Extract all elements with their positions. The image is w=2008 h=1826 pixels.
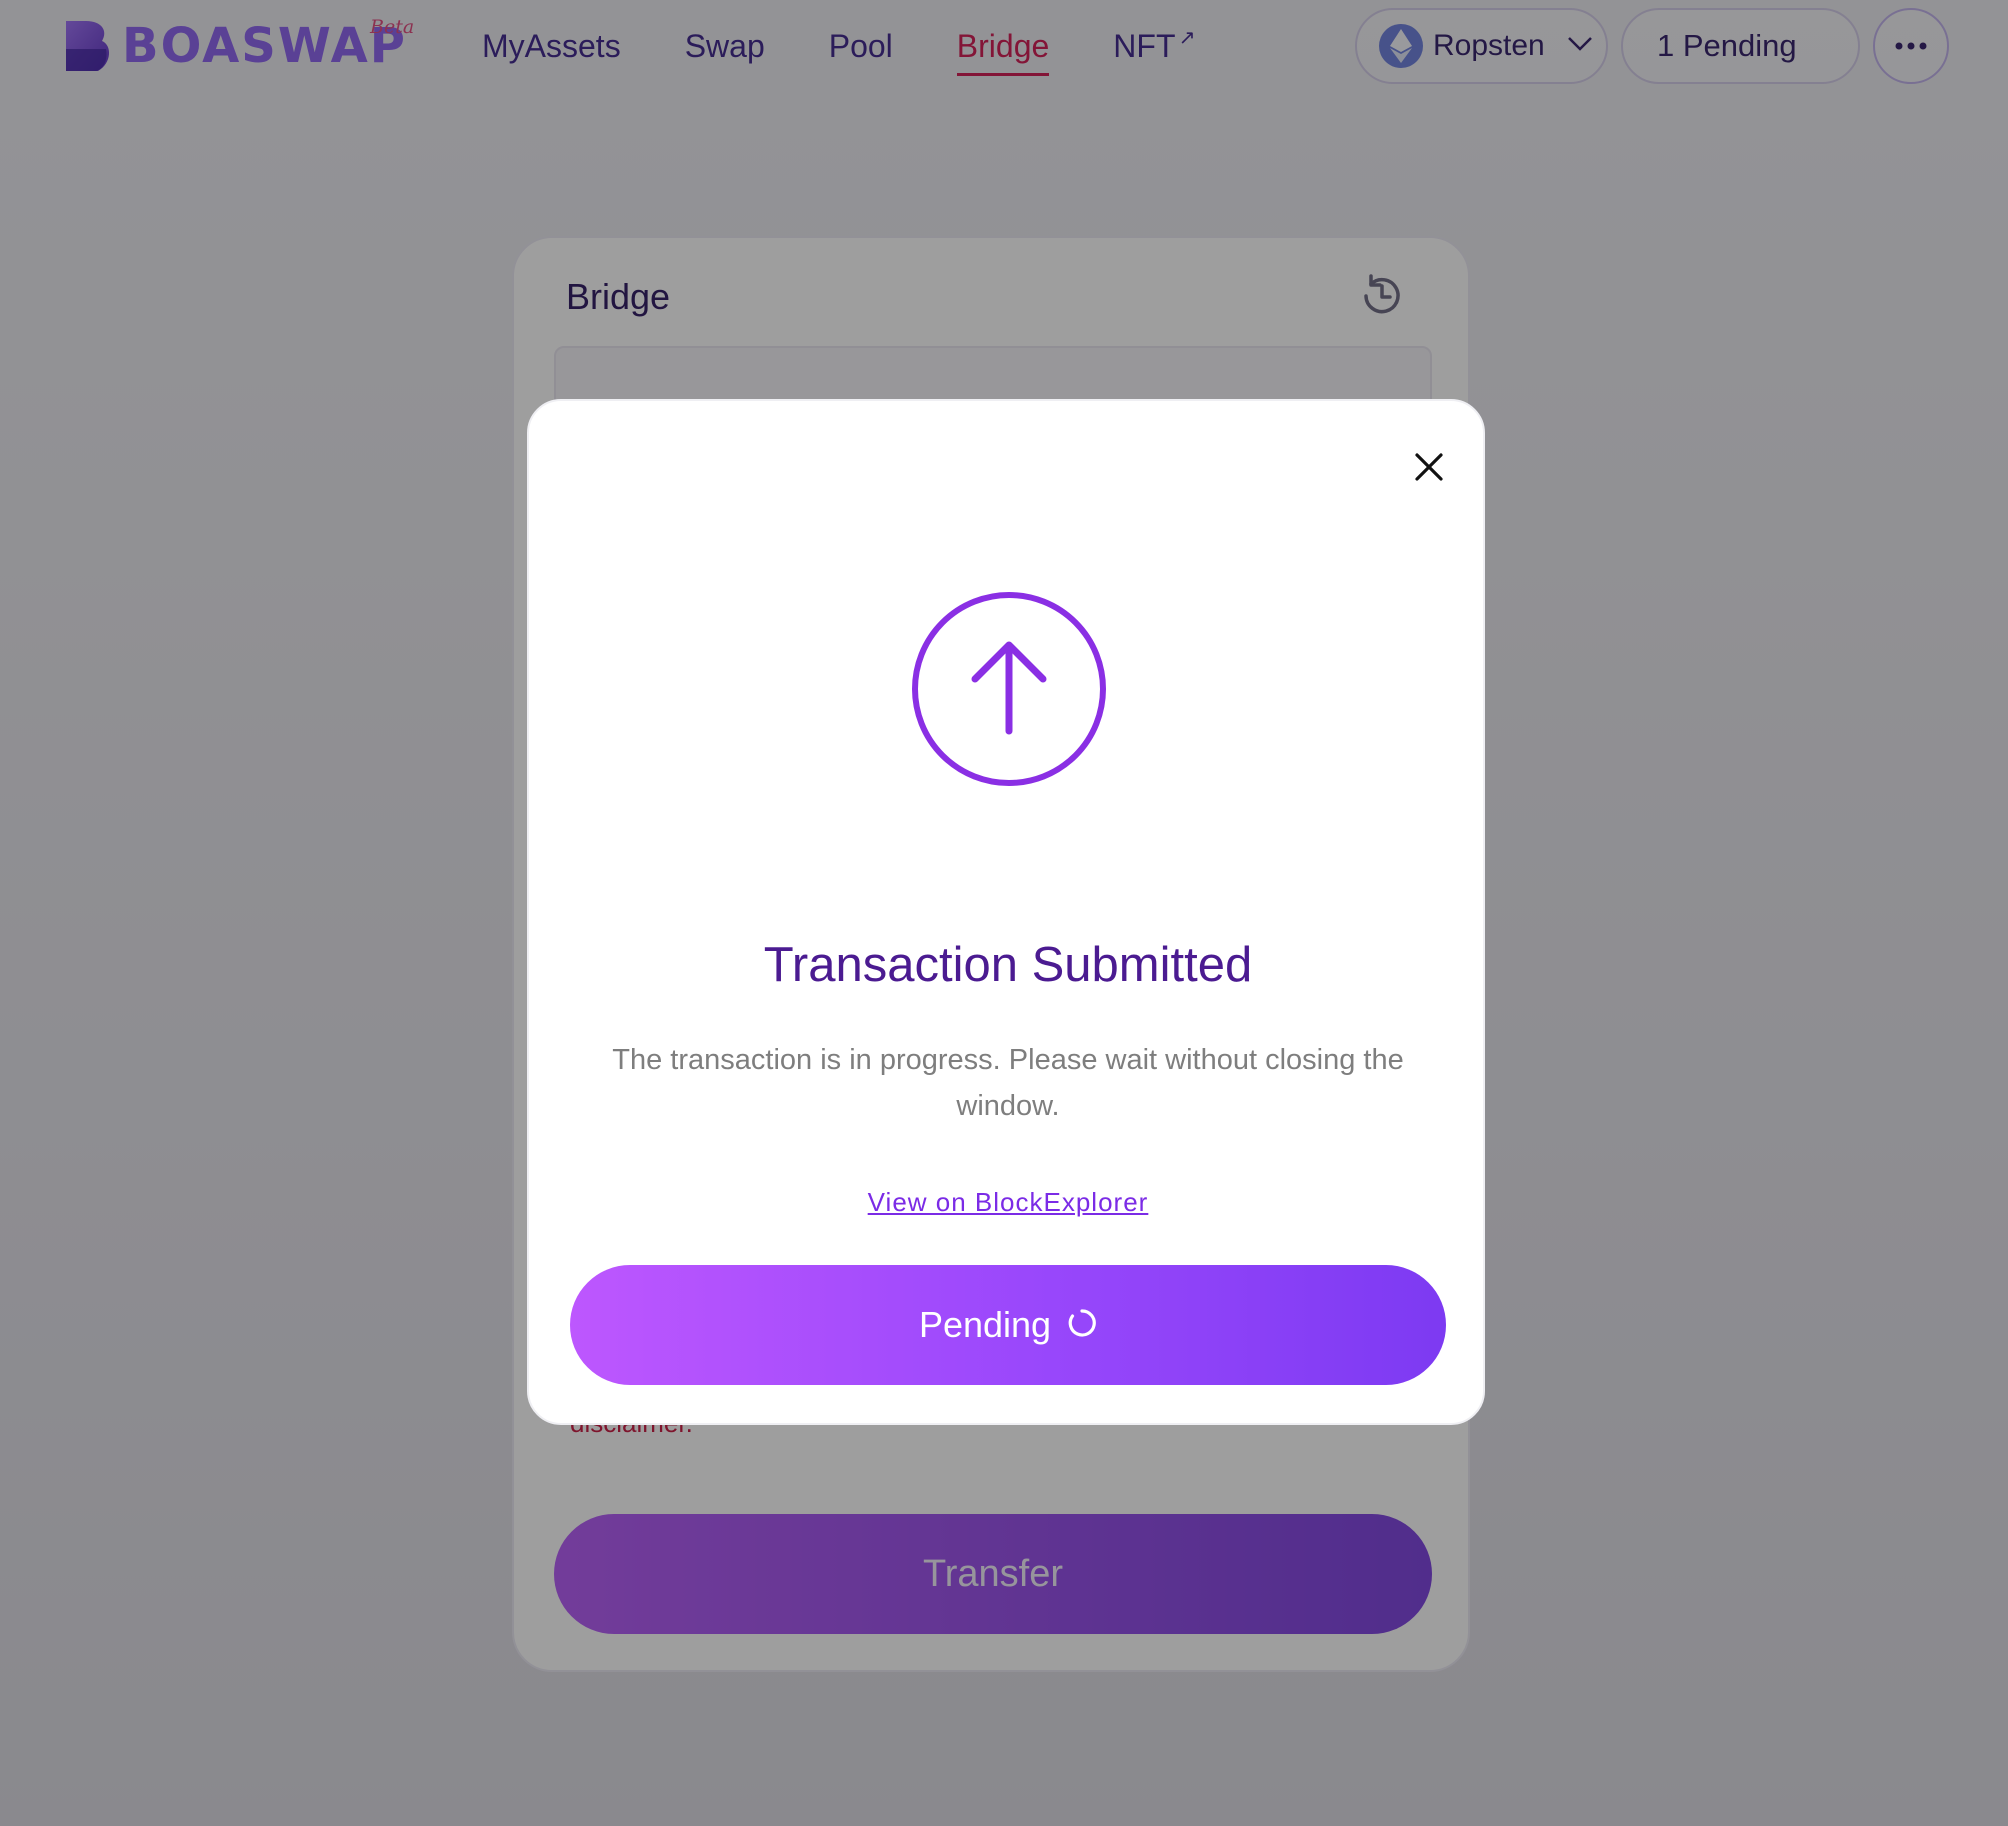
transaction-submitted-modal: Transaction Submitted The transaction is… xyxy=(527,399,1485,1425)
pending-button[interactable]: Pending xyxy=(570,1265,1446,1385)
pending-button-label: Pending xyxy=(918,1304,1052,1345)
arrow-up-circle-icon xyxy=(909,589,1109,789)
spinner-icon xyxy=(1067,1308,1097,1343)
view-on-blockexplorer-link[interactable]: View on BlockExplorer xyxy=(529,1187,1487,1218)
modal-description: The transaction is in progress. Please w… xyxy=(612,1044,1404,1122)
close-icon xyxy=(1414,452,1444,487)
close-button[interactable] xyxy=(1399,439,1459,499)
modal-title: Transaction Submitted xyxy=(763,938,1253,992)
